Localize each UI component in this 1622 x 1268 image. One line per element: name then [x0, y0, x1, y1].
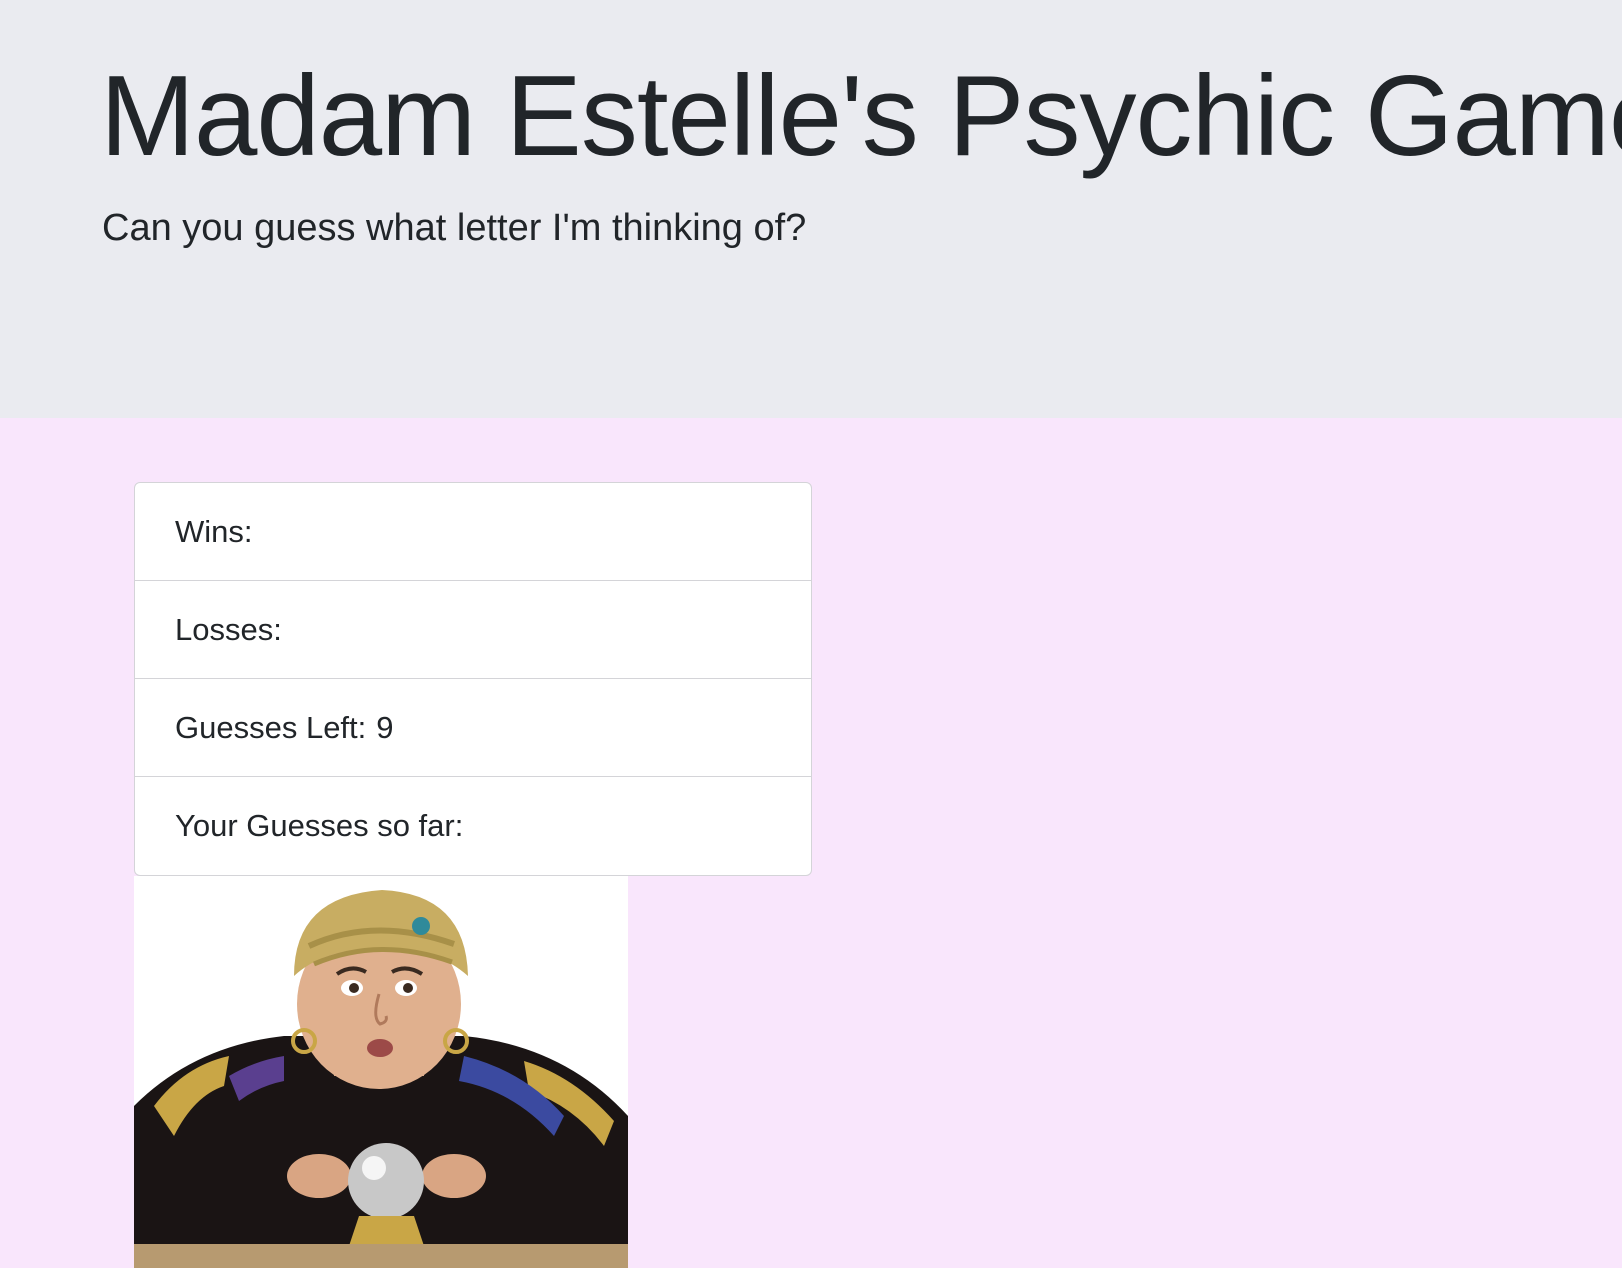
- guesses-so-far-label: Your Guesses so far:: [175, 808, 464, 843]
- fortune-teller-image: [134, 876, 628, 1268]
- guesses-left-label: Guesses Left:: [175, 709, 367, 745]
- losses-label: Losses:: [175, 611, 282, 647]
- fortune-teller-illustration: [134, 876, 628, 1268]
- page-title: Madam Estelle's Psychic Game: [100, 53, 1622, 180]
- wins-label: Wins:: [175, 513, 253, 549]
- stats-list: Wins: Losses: Guesses Left: 9 Your Guess…: [134, 482, 812, 876]
- wins-row: Wins:: [135, 483, 811, 581]
- guesses-left-row: Guesses Left: 9: [135, 679, 811, 777]
- jumbotron-header: Madam Estelle's Psychic Game Can you gue…: [0, 0, 1622, 418]
- losses-row: Losses:: [135, 581, 811, 679]
- page-subtitle: Can you guess what letter I'm thinking o…: [102, 207, 807, 249]
- guesses-so-far-row: Your Guesses so far:: [135, 777, 811, 875]
- guesses-left-value: 9: [376, 709, 394, 745]
